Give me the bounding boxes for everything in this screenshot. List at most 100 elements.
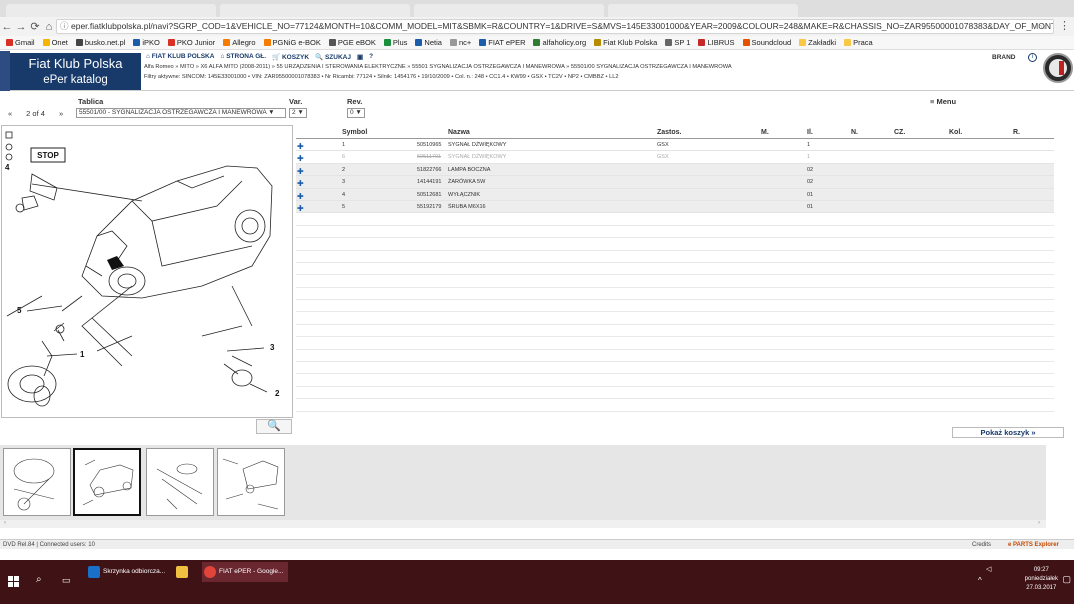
browser-tab[interactable] [6, 4, 216, 17]
bookmark-item[interactable]: PGNiG e-BOK [263, 38, 321, 47]
callout-5[interactable]: 5 [17, 306, 22, 315]
scroll-left-icon[interactable]: ‹ [4, 520, 6, 526]
bookmark-item[interactable]: Netia [415, 38, 442, 47]
table-row[interactable]: ✚ 3 14144191 ŻARÓWKA 5W 02 [296, 176, 1054, 189]
browser-menu-icon[interactable]: ⋮ [1059, 19, 1070, 32]
info-icon[interactable]: i [1028, 53, 1037, 62]
windows-start-icon[interactable] [8, 576, 19, 587]
table-row[interactable]: ✚ 1 50510965 SYGNAŁ DŹWIĘKOWY GSX 1 [296, 139, 1054, 152]
callout-3[interactable]: 3 [270, 343, 275, 352]
taskbar-chrome[interactable]: FIAT ePER - Google... [202, 562, 288, 582]
credits-link[interactable]: Credits [972, 542, 991, 548]
home-icon[interactable]: ⌂ [42, 21, 56, 33]
bookmark-item[interactable]: Allegro [223, 38, 256, 47]
next-page-button[interactable]: » [59, 109, 63, 118]
bookmark-favicon-icon [698, 39, 706, 46]
notifications-icon[interactable]: ▢ [1062, 574, 1071, 585]
bookmark-item[interactable]: SP 1 [665, 38, 690, 47]
bookmark-item[interactable]: FIAT ePER [479, 38, 525, 47]
bookmark-item[interactable]: busko.net.pl [75, 38, 126, 47]
status-text: DVD Rel.84 | Connected users: 10 [3, 542, 95, 548]
forward-icon[interactable]: → [14, 21, 28, 33]
site-info-icon[interactable]: ⓘ [60, 20, 69, 33]
thumbnail-2[interactable] [73, 448, 141, 516]
thumbnail-1[interactable] [3, 448, 71, 516]
tablica-select[interactable]: 55501/00 - SYGNALIZACJA OSTRZEGAWCZA I M… [76, 108, 286, 118]
bookmark-item[interactable]: Fiat Klub Polska [594, 38, 657, 47]
bookmark-item[interactable]: Plus [383, 38, 407, 47]
search-icon[interactable]: ⌕ [36, 574, 42, 585]
horizontal-scrollbar[interactable]: ‹ › [0, 520, 1046, 528]
table-row[interactable]: ✚ 5 55192179 ŚRUBA M6X16 01 [296, 200, 1054, 214]
bookmarks-bar: Gmail Onet busko.net.pl iPKO PKO Junior Alleg… [0, 36, 1074, 50]
logo[interactable]: Fiat Klub Polska ePer katalog [10, 53, 141, 90]
table-row[interactable]: ✚ 2 51822766 LAMPA BOCZNA 02 [296, 163, 1054, 177]
empty-row [296, 213, 1054, 226]
bookmark-item[interactable]: alfaholicy.org [533, 38, 586, 47]
thumbnail-drawing [156, 463, 203, 510]
taskbar-outlook[interactable]: Skrzynka odbiorcza... [86, 562, 170, 582]
callout-1[interactable]: 1 [80, 350, 85, 359]
table-row[interactable]: ✚ 6 50511791 SYGNAŁ DŹWIĘKOWY GSX 1 [296, 151, 1054, 164]
thumbnail-4[interactable] [217, 448, 285, 516]
nav-fiat-klub[interactable]: ⌂ FIAT KLUB POLSKA [146, 53, 214, 61]
bookmark-item[interactable]: Zakładki [799, 38, 836, 47]
prev-page-button[interactable]: « [8, 109, 12, 118]
clock[interactable]: 09:27 poniedziałek 27.03.2017 [1025, 566, 1058, 593]
reload-icon[interactable]: ⟳ [28, 20, 42, 33]
add-to-cart-icon[interactable]: ✚ [297, 167, 307, 176]
bookmark-item[interactable]: Gmail [6, 38, 35, 47]
taskbar-explorer[interactable] [174, 562, 196, 582]
show-basket-button[interactable]: Pokaż koszyk » [952, 427, 1064, 438]
nav-home[interactable]: ⌂ STRONA GŁ. [220, 53, 266, 61]
task-view-icon[interactable]: ▭ [62, 575, 71, 586]
bookmark-item[interactable]: PKO Junior [167, 38, 215, 47]
bookmark-star-icon[interactable]: ☆ [1039, 20, 1047, 33]
bookmark-item[interactable]: Onet [42, 38, 68, 47]
add-to-cart-icon[interactable]: ✚ [297, 204, 307, 213]
thumbnail-3[interactable] [146, 448, 214, 516]
bookmark-item[interactable]: Soundcloud [742, 38, 791, 47]
add-to-cart-icon[interactable]: ✚ [297, 179, 307, 188]
exploded-diagram[interactable]: STOP 4 5 1 3 2 [1, 125, 293, 418]
thumbnail-drawing [222, 458, 279, 510]
zoom-button[interactable]: 🔍 [256, 419, 292, 434]
callout-4[interactable]: 4 [5, 163, 10, 172]
bookmark-item[interactable]: PGE eBOK [328, 38, 376, 47]
volume-icon[interactable]: ◁ [986, 565, 991, 573]
cell-quantity: 01 [807, 203, 814, 210]
cell-symbol: 3 [342, 179, 346, 186]
status-bar: DVD Rel.84 | Connected users: 10 Credits… [0, 539, 1074, 549]
browser-tab[interactable] [414, 4, 604, 17]
scroll-right-icon[interactable]: › [1038, 520, 1040, 526]
cell-symbol: 5 [342, 203, 346, 210]
add-to-cart-icon[interactable]: ✚ [297, 154, 307, 163]
table-row[interactable]: ✚ 4 50512681 WYŁĄCZNIK 01 [296, 188, 1054, 201]
browser-tab[interactable] [220, 4, 410, 17]
add-to-cart-icon[interactable]: ✚ [297, 192, 307, 201]
bookmark-label: busko.net.pl [84, 38, 126, 47]
address-bar[interactable]: ⓘ eper.fiatklubpolska.pl/navi?SGRP_COD=1… [56, 19, 1054, 34]
print-icon[interactable]: ▣ [357, 53, 363, 61]
help-icon[interactable]: ? [369, 53, 373, 61]
empty-row [296, 325, 1054, 338]
rev-select[interactable]: 0 ▼ [347, 108, 365, 118]
nav-search[interactable]: 🔍 SZUKAJ [315, 53, 351, 61]
brand-label[interactable]: BRAND [992, 54, 1015, 61]
bookmark-item[interactable]: nc+ [449, 38, 471, 47]
tab-strip [0, 0, 1074, 17]
back-icon[interactable]: ← [0, 21, 14, 33]
top-nav: ⌂ FIAT KLUB POLSKA ⌂ STRONA GŁ. 🛒 KOSZYK… [146, 53, 373, 61]
bookmark-label: PGE eBOK [337, 38, 376, 47]
callout-2[interactable]: 2 [275, 389, 280, 398]
nav-cart[interactable]: 🛒 KOSZYK [272, 53, 309, 61]
add-to-cart-icon[interactable]: ✚ [297, 142, 307, 151]
menu-link[interactable]: ≡ Menu [930, 97, 956, 106]
tray-chevron-icon[interactable]: ^ [978, 576, 982, 585]
var-select[interactable]: 2 ▼ [289, 108, 307, 118]
bookmark-item[interactable]: iPKO [133, 38, 160, 47]
bookmark-item[interactable]: LIBRUS [698, 38, 735, 47]
browser-tab[interactable] [608, 4, 798, 17]
bookmark-item[interactable]: Praca [844, 38, 873, 47]
browser-chrome: ← → ⟳ ⌂ ⓘ eper.fiatklubpolska.pl/navi?SG… [0, 0, 1074, 36]
